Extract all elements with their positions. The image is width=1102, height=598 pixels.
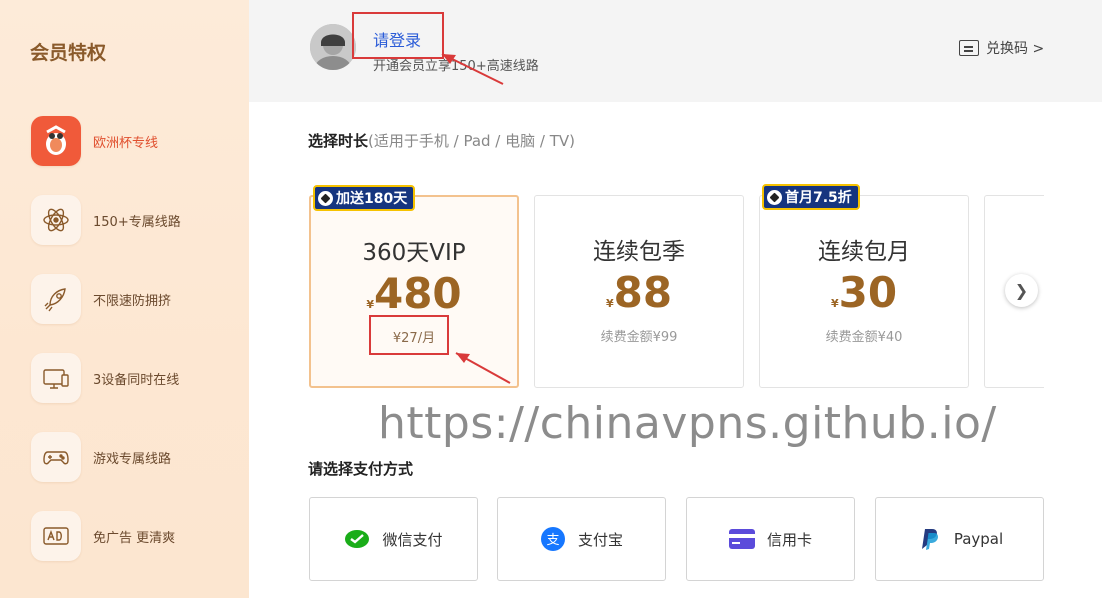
sidebar-item-label: 150+专属线路 — [93, 214, 181, 230]
badge-label: 加送180天 — [336, 191, 408, 207]
sidebar-item-devices[interactable]: 3设备同时在线 — [31, 352, 241, 404]
chevron-right-icon: ❯ — [1014, 281, 1029, 300]
plan-badge: 首月7.5折 — [762, 184, 860, 210]
plan-name: 360天VIP — [362, 240, 466, 266]
plan-card-quarterly[interactable]: 连续包季 ¥88 续费金额¥99 — [534, 195, 744, 388]
login-link[interactable]: 请登录 — [373, 27, 421, 51]
next-plan-button[interactable]: ❯ — [1005, 274, 1038, 307]
payment-paypal[interactable]: Paypal — [875, 497, 1044, 581]
mascot-icon — [31, 116, 81, 166]
login-subtitle: 开通会员立享150+高速线路 — [373, 59, 539, 74]
currency-symbol: ¥ — [605, 297, 614, 310]
plan-price: ¥30 — [760, 268, 968, 317]
atom-icon — [31, 195, 81, 245]
currency-symbol: ¥ — [830, 297, 839, 310]
sidebar-item-label: 欧洲杯专线 — [93, 135, 159, 151]
payment-label: 微信支付 — [382, 530, 443, 549]
plan-price: ¥480 — [311, 269, 517, 318]
devices-icon — [31, 353, 81, 403]
price-value: 30 — [838, 268, 898, 317]
price-highlight-box — [369, 315, 449, 355]
alipay-icon: 支 — [540, 526, 566, 552]
payment-credit-card[interactable]: 信用卡 — [686, 497, 855, 581]
sidebar-item-label: 免广告 更清爽 — [93, 530, 176, 546]
payment-label: Paypal — [953, 530, 1004, 548]
sidebar-item-label: 不限速防拥挤 — [93, 293, 172, 309]
redeem-label: 兑换码 > — [986, 41, 1045, 57]
duration-title: 选择时长 — [308, 132, 369, 150]
membership-page: 会员特权 欧洲杯专线 150+专属线路 不限速防拥挤 3设备同时在线 游戏专属线… — [0, 0, 1102, 598]
sidebar-item-lines[interactable]: 150+专属线路 — [31, 194, 241, 246]
sidebar: 会员特权 欧洲杯专线 150+专属线路 不限速防拥挤 3设备同时在线 游戏专属线… — [0, 0, 249, 598]
sidebar-item-label: 游戏专属线路 — [93, 451, 172, 467]
duration-subtitle: (适用于手机 / Pad / 电脑 / TV) — [368, 132, 575, 150]
football-icon — [767, 189, 782, 205]
avatar[interactable] — [310, 24, 356, 70]
plan-card-360-days[interactable]: 加送180天 360天VIP ¥480 ¥27/月 — [309, 185, 519, 388]
rocket-icon — [31, 274, 81, 324]
currency-symbol: ¥ — [366, 298, 374, 311]
payment-alipay[interactable]: 支 支付宝 — [497, 497, 666, 581]
price-value: 480 — [373, 269, 462, 318]
badge-label: 首月7.5折 — [785, 190, 852, 206]
payment-label: 支付宝 — [577, 530, 623, 549]
watermark-url: https://chinavpns.github.io/ — [378, 398, 997, 449]
sidebar-item-euro-cup[interactable]: 欧洲杯专线 — [31, 115, 241, 167]
payment-wechat[interactable]: 微信支付 — [309, 497, 478, 581]
sidebar-item-label: 3设备同时在线 — [93, 372, 180, 388]
payment-label: 信用卡 — [766, 530, 812, 549]
gamepad-icon — [31, 432, 81, 482]
plan-name: 连续包季 — [593, 239, 685, 265]
sidebar-item-gaming[interactable]: 游戏专属线路 — [31, 431, 241, 483]
header: 请登录 开通会员立享150+高速线路 兑换码 > — [249, 0, 1102, 102]
plan-note: 续费金额¥40 — [825, 330, 903, 345]
plan-note: 续费金额¥99 — [600, 330, 678, 345]
credit-card-icon — [728, 526, 755, 552]
sidebar-item-speed[interactable]: 不限速防拥挤 — [31, 273, 241, 325]
payment-section-title: 请选择支付方式 — [308, 460, 414, 478]
ticket-icon — [959, 40, 979, 56]
plan-card-monthly[interactable]: 首月7.5折 连续包月 ¥30 续费金额¥40 — [759, 184, 969, 388]
sidebar-item-no-ads[interactable]: 免广告 更清爽 — [31, 510, 241, 562]
sidebar-title: 会员特权 — [30, 42, 107, 64]
wechat-pay-icon — [344, 526, 370, 552]
plan-price: ¥88 — [535, 268, 743, 317]
football-icon — [318, 190, 333, 206]
price-value: 88 — [613, 268, 673, 317]
plan-name: 连续包月 — [818, 239, 910, 265]
no-ad-icon — [31, 511, 81, 561]
duration-section-title: 选择时长(适用于手机 / Pad / 电脑 / TV) — [308, 130, 575, 151]
svg-text:支: 支 — [546, 533, 559, 548]
redeem-code-link[interactable]: 兑换码 > — [959, 38, 1044, 58]
paypal-icon — [916, 526, 942, 552]
plan-badge: 加送180天 — [313, 185, 416, 211]
